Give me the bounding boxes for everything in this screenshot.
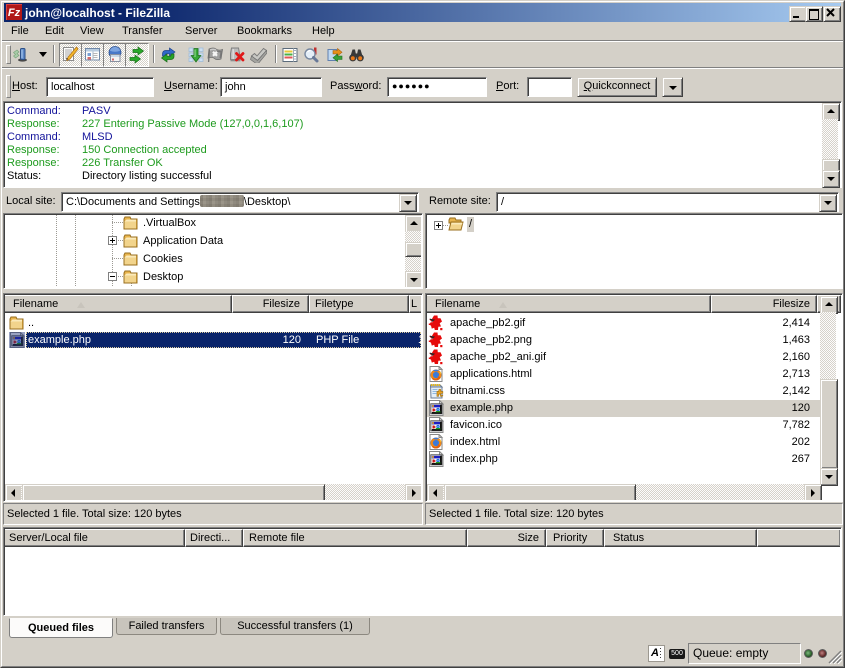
svg-text:Fz: Fz [8,7,21,19]
